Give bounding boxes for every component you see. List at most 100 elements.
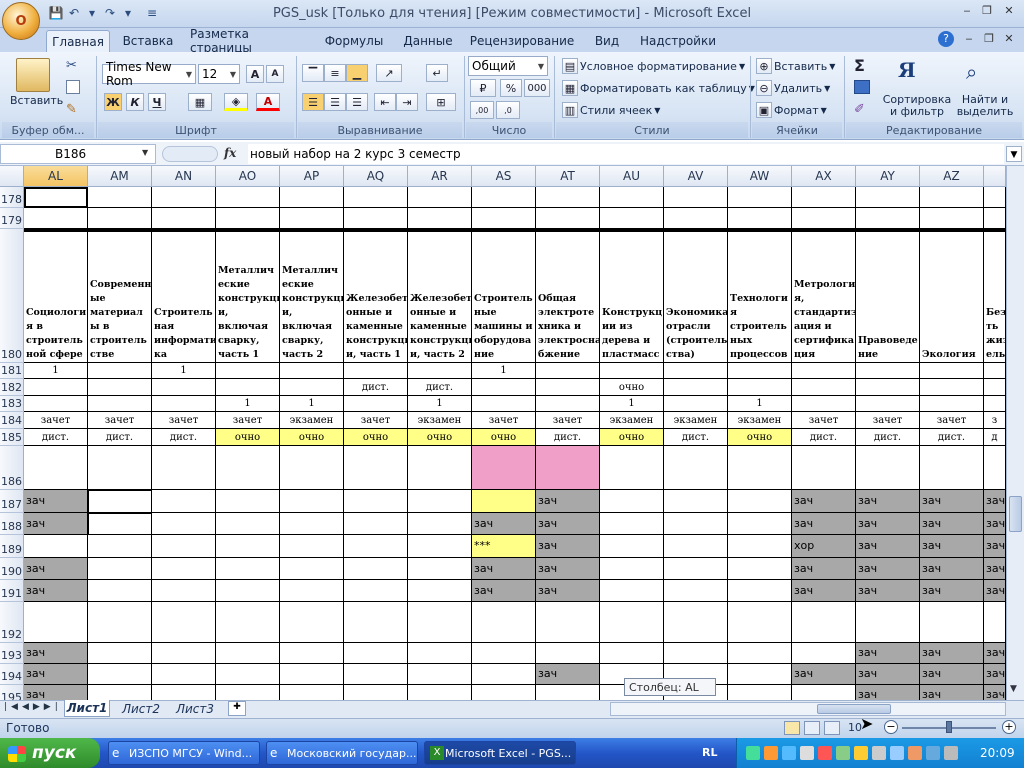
grid-cell[interactable] xyxy=(216,490,280,513)
grid-cell[interactable] xyxy=(152,490,216,513)
subject-header-cell[interactable]: Металлич еские конструкци и, включая сварку,… xyxy=(216,229,280,363)
grid-cell[interactable] xyxy=(728,643,792,664)
grid-cell[interactable]: дист. xyxy=(24,429,88,446)
bold-button[interactable]: Ж xyxy=(104,93,122,111)
grid-cell[interactable] xyxy=(472,396,536,412)
grid-cell[interactable] xyxy=(728,208,792,229)
currency-icon[interactable]: ₽ xyxy=(470,79,496,97)
grid-cell[interactable]: зач xyxy=(920,490,984,513)
grid-cell[interactable] xyxy=(728,446,792,490)
paste-button[interactable]: Вставить xyxy=(10,94,63,107)
subject-header-cell[interactable]: Общая электроте хника и электросна бжение xyxy=(536,229,600,363)
grid-cell[interactable]: дист. xyxy=(408,379,472,396)
grid-cell[interactable]: зачет xyxy=(24,412,88,429)
insert-cells-button[interactable]: ⊕ Вставить ▼ xyxy=(756,58,835,74)
close-icon[interactable]: ✕ xyxy=(1000,4,1018,20)
grid-cell[interactable] xyxy=(536,208,600,229)
grid-cell[interactable] xyxy=(280,379,344,396)
grid-cell[interactable] xyxy=(664,396,728,412)
grid-cell[interactable] xyxy=(280,513,344,535)
clear-icon[interactable]: ✐ xyxy=(854,102,865,117)
fill-icon[interactable] xyxy=(854,80,870,94)
grid-cell[interactable] xyxy=(728,664,792,685)
page-break-view-icon[interactable] xyxy=(824,721,840,735)
grid-cell[interactable]: очно xyxy=(600,429,664,446)
grid-cell[interactable]: зач xyxy=(856,643,920,664)
grid-cell[interactable] xyxy=(344,187,408,208)
grid-cell[interactable]: зачет xyxy=(216,412,280,429)
tray-app-icon[interactable] xyxy=(890,746,904,760)
grid-cell[interactable] xyxy=(24,187,88,208)
grid-cell[interactable] xyxy=(216,187,280,208)
column-header[interactable]: AX xyxy=(792,166,856,187)
grid-cell[interactable] xyxy=(856,602,920,643)
row-header[interactable]: 188 xyxy=(0,513,24,535)
grid-cell[interactable] xyxy=(152,664,216,685)
grid-cell[interactable] xyxy=(216,602,280,643)
maximize-icon[interactable]: ❐ xyxy=(978,4,996,20)
grid-cell[interactable] xyxy=(216,363,280,379)
vertical-scrollbar[interactable]: ▼ xyxy=(1006,166,1024,700)
grid-cell[interactable] xyxy=(408,664,472,685)
workbook-minimize-icon[interactable]: ‒ xyxy=(960,32,978,48)
formula-input[interactable]: новый набор на 2 курс 3 семестр xyxy=(248,144,1004,164)
grid-cell[interactable]: зач xyxy=(536,558,600,580)
grid-cell[interactable]: дист. xyxy=(152,429,216,446)
grid-cell[interactable]: зачет xyxy=(472,412,536,429)
sheet-tab-3[interactable]: Лист3 xyxy=(170,700,220,717)
tray-app-icon[interactable] xyxy=(872,746,886,760)
grid-cell[interactable] xyxy=(664,558,728,580)
grid-cell[interactable] xyxy=(280,208,344,229)
subject-header-cell[interactable]: Конструкц ии из дерева и пластмасс xyxy=(600,229,664,363)
merge-center-icon[interactable]: ⊞ xyxy=(426,93,456,111)
shrink-font-icon[interactable]: A xyxy=(266,65,284,83)
column-header[interactable]: AU xyxy=(600,166,664,187)
row-header[interactable]: 184 xyxy=(0,412,24,429)
grid-cell[interactable]: зач xyxy=(472,513,536,535)
name-box-dropdown-icon[interactable]: ▼ xyxy=(142,148,148,157)
grid-cell[interactable] xyxy=(536,363,600,379)
grid-cell[interactable] xyxy=(984,446,1006,490)
grid-cell[interactable] xyxy=(472,187,536,208)
row-header[interactable]: 193 xyxy=(0,643,24,664)
grid-cell[interactable] xyxy=(344,602,408,643)
thousands-button[interactable]: 000 xyxy=(524,79,550,97)
grid-cell[interactable] xyxy=(536,379,600,396)
sheet-tab-2[interactable]: Лист2 xyxy=(116,700,166,717)
grid-cell[interactable] xyxy=(920,187,984,208)
row-header[interactable]: 187 xyxy=(0,490,24,513)
grid-cell[interactable]: *** xyxy=(472,535,536,558)
row-header[interactable]: 190 xyxy=(0,558,24,580)
grid-cell[interactable]: зач xyxy=(920,685,984,700)
grid-cell[interactable]: зач xyxy=(920,558,984,580)
grid-cell[interactable]: зач xyxy=(792,664,856,685)
grid-cell[interactable] xyxy=(792,643,856,664)
grid-cell[interactable]: дист. xyxy=(664,429,728,446)
grid-cell[interactable]: очно xyxy=(344,429,408,446)
grid-cell[interactable] xyxy=(472,208,536,229)
grid-cell[interactable] xyxy=(24,602,88,643)
grid-cell[interactable]: очно xyxy=(728,429,792,446)
grid-cell[interactable]: дист. xyxy=(536,429,600,446)
grid-cell[interactable] xyxy=(792,685,856,700)
grid-cell[interactable] xyxy=(280,643,344,664)
grid-cell[interactable]: зач xyxy=(792,490,856,513)
grid-cell[interactable]: зачет xyxy=(856,412,920,429)
wrap-text-icon[interactable]: ↵ xyxy=(426,64,448,82)
grid-cell[interactable]: зачет xyxy=(920,412,984,429)
grid-cell[interactable] xyxy=(536,685,600,700)
sheet-tab-1[interactable]: Лист1 xyxy=(64,700,110,717)
grid-cell[interactable]: дист. xyxy=(920,429,984,446)
subject-header-cell[interactable]: Современн ые материал ы в строитель стве xyxy=(88,229,152,363)
align-middle-icon[interactable]: ≡ xyxy=(324,64,346,82)
grid-cell[interactable] xyxy=(856,187,920,208)
subject-header-cell[interactable]: Без ть жиз ель xyxy=(984,229,1006,363)
grid-cell[interactable] xyxy=(152,643,216,664)
grid-cell[interactable] xyxy=(536,643,600,664)
grid-cell[interactable] xyxy=(88,664,152,685)
grid-cell[interactable]: 1 xyxy=(600,396,664,412)
grid-cell[interactable] xyxy=(216,558,280,580)
horizontal-scrollbar[interactable] xyxy=(610,702,1006,716)
tab-insert[interactable]: Вставка xyxy=(116,30,180,52)
tray-app-icon[interactable] xyxy=(908,746,922,760)
